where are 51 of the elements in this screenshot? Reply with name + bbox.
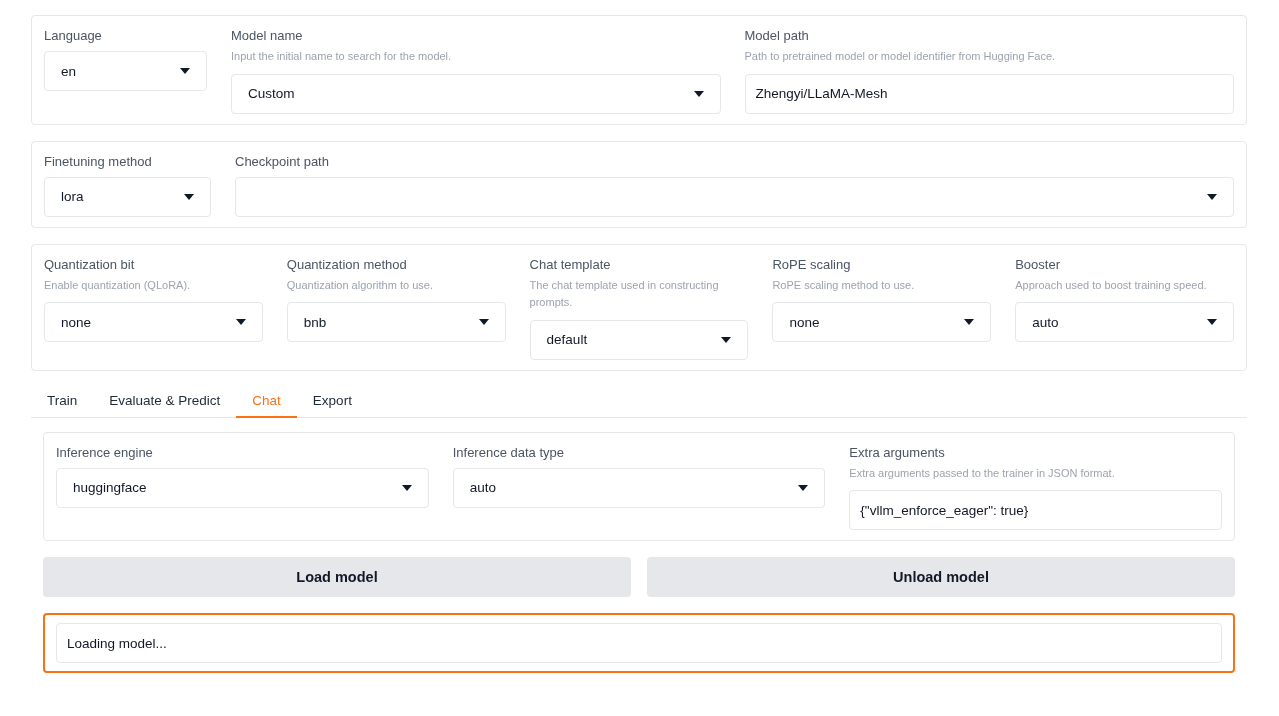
caret-icon [184,193,194,200]
field-label: Chat template [529,256,612,272]
field-label: Quantization method [286,256,408,272]
action-button[interactable]: Unload model [647,557,1235,598]
output-field[interactable]: Loading model... [56,623,1222,664]
field-hint: Enable quantization (QLoRA). [44,277,192,293]
caret-icon [1207,193,1217,200]
dropdown[interactable]: default [529,319,749,360]
dropdown[interactable]: bnb [286,302,506,343]
input-field[interactable]: Zhengyi/LLaMA-Mesh [744,73,1234,114]
caret-icon [964,319,975,326]
field-hint: The chat template used in constructing prompts. [529,277,720,311]
caret-icon [798,484,809,491]
field-hint: Extra arguments passed to the trainer in JSON format. [849,465,1116,481]
field-label: Finetuning method [44,153,153,169]
field-label: Inference engine [56,444,154,460]
field-label: Language [44,28,103,43]
field-label: Booster [1015,256,1061,272]
input-field[interactable]: {"vllm_enforce_eager": true} [849,490,1222,531]
field-label: Checkpoint path [235,153,330,169]
dropdown[interactable]: none [44,302,263,343]
field-label: Inference data type [452,444,565,460]
dropdown[interactable]: Custom [231,73,721,114]
field-hint: Input the initial name to search for the model. [231,49,453,64]
field-hint: Path to pretrained model or model identifier from Hugging Face. [744,49,1057,64]
dropdown[interactable] [235,176,1234,217]
tab[interactable]: Evaluate & Predict [93,386,237,418]
caret-icon [693,90,704,97]
dropdown[interactable]: en [44,51,207,91]
dropdown[interactable]: lora [44,176,211,217]
caret-icon [401,484,412,491]
field-label: Quantization bit [44,256,136,272]
tab[interactable]: Train [31,386,94,418]
tab[interactable]: Export [296,386,368,418]
caret-icon [478,319,489,326]
dropdown[interactable]: none [772,302,992,343]
field-hint: Quantization algorithm to use. [286,277,434,293]
dropdown[interactable]: auto [1015,302,1234,343]
action-button[interactable]: Load model [43,557,631,598]
field-hint: RoPE scaling method to use. [772,277,916,293]
field-label: RoPE scaling [772,256,852,272]
field-label: Model path [744,28,810,43]
field-label: Model name [231,28,304,43]
caret-icon [721,336,732,343]
caret-icon [235,319,246,326]
field-hint: Approach used to boost training speed. [1015,277,1208,293]
caret-icon [180,68,190,74]
dropdown[interactable]: auto [452,467,826,508]
field-label: Extra arguments [849,444,946,460]
caret-icon [1207,319,1217,326]
dropdown[interactable]: huggingface [56,467,429,508]
